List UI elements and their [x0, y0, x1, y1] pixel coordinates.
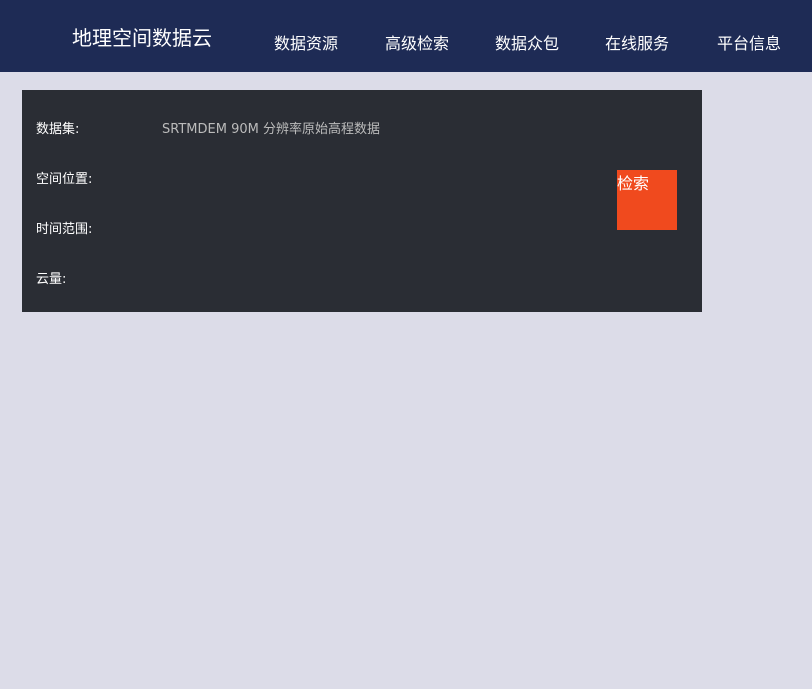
time-range-label: 时间范围:	[36, 222, 93, 237]
location-label: 空间位置:	[36, 172, 93, 187]
nav-online-services[interactable]: 在线服务	[605, 30, 669, 54]
search-button[interactable]: 检索	[617, 170, 677, 230]
nav-platform-info[interactable]: 平台信息	[717, 30, 781, 54]
nav-crowdsourcing[interactable]: 数据众包	[495, 30, 559, 54]
nav-data-resources[interactable]: 数据资源	[274, 30, 338, 54]
site-brand[interactable]: 地理空间数据云	[72, 22, 212, 51]
search-panel: 数据集: SRTMDEM 90M 分辨率原始高程数据 空间位置: 时间范围: 云…	[22, 90, 702, 312]
dataset-label: 数据集:	[36, 122, 80, 137]
cloud-label: 云量:	[36, 272, 67, 287]
dataset-value[interactable]: SRTMDEM 90M 分辨率原始高程数据	[162, 118, 380, 137]
top-nav: 地理空间数据云 数据资源 高级检索 数据众包 在线服务 平台信息	[0, 0, 812, 72]
nav-advanced-search[interactable]: 高级检索	[385, 30, 449, 54]
